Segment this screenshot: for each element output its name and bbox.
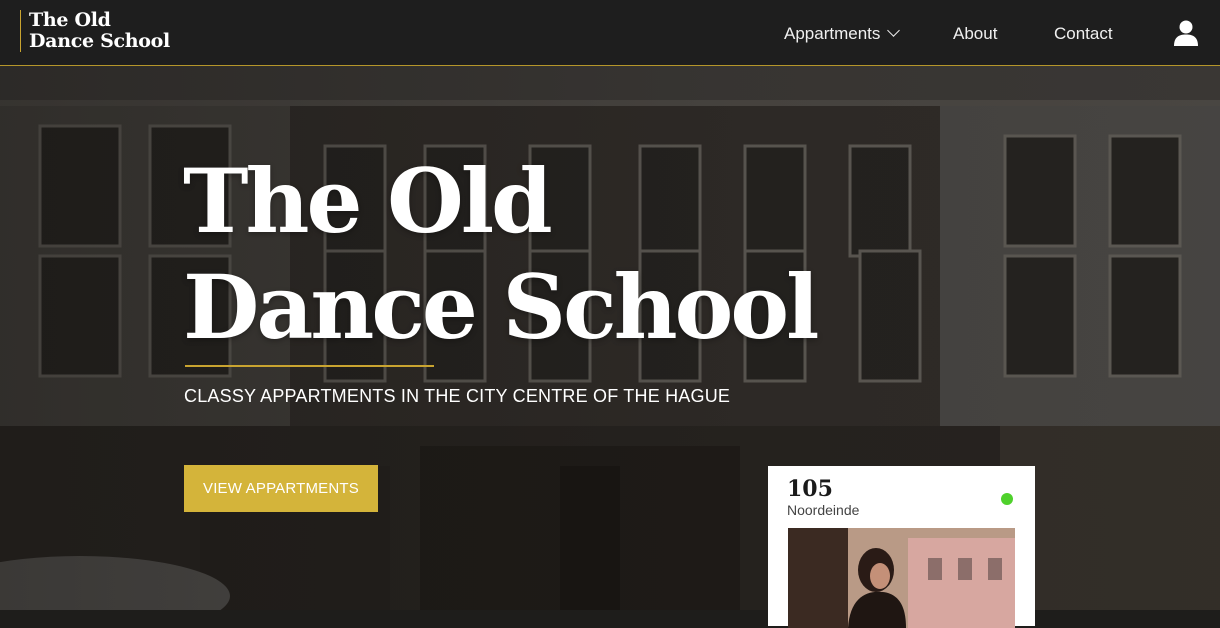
apartment-photo-image — [788, 528, 1015, 628]
brand-line-1: The Old — [29, 9, 111, 31]
hero-subtitle: CLASSY APPARTMENTS IN THE CITY CENTRE OF… — [184, 386, 731, 406]
chevron-down-icon — [887, 24, 901, 37]
hero-title-line-1: The Old — [183, 149, 553, 253]
apartment-photo[interactable] — [788, 528, 1015, 628]
apartment-street: Noordeinde — [787, 502, 860, 518]
brand-logo[interactable]: The Old Dance School — [20, 10, 170, 52]
nav-contact-link[interactable]: Contact — [1054, 22, 1113, 46]
top-navbar: The Old Dance School Appartments About C… — [0, 0, 1220, 66]
nav-appartments-dropdown[interactable]: Appartments — [784, 22, 901, 46]
availability-status-dot — [1001, 493, 1013, 505]
view-appartments-button[interactable]: VIEW APPARTMENTS — [184, 465, 378, 512]
hero-title: The Old Dance School — [183, 148, 819, 360]
hero-title-line-2: Dance School — [183, 255, 819, 359]
title-divider — [185, 365, 434, 367]
apartment-number: 105 — [787, 476, 833, 502]
user-icon[interactable] — [1174, 20, 1198, 46]
apartment-card[interactable]: 105 Noordeinde — [768, 466, 1035, 628]
nav-appartments-label: Appartments — [784, 24, 881, 43]
brand-line-2: Dance School — [29, 30, 170, 52]
nav-about-link[interactable]: About — [953, 22, 997, 46]
